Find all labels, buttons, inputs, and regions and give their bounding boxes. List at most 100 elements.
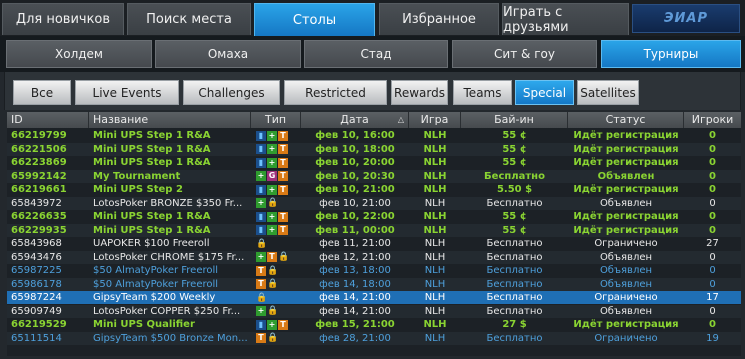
cell-name: Mini UPS Qualifier — [93, 319, 195, 330]
cell-name: GipsyTeam $500 Bronze Mon... — [93, 332, 248, 344]
cell-name: LotosPoker BRONZE $350 Fr... — [93, 197, 243, 209]
cell-date: фев 10, 18:00 — [315, 143, 395, 155]
column-header-players[interactable]: Игроки — [684, 112, 741, 128]
cell-players: 0 — [709, 184, 716, 195]
cell-players: 0 — [709, 130, 716, 141]
table-row[interactable]: 65943476 LotosPoker CHROME $175 Fr... + T 🔒 ф… — [7, 250, 741, 264]
column-header-buyin[interactable]: Бай-ин — [461, 112, 568, 128]
cell-game: NLH — [424, 292, 446, 303]
table-row[interactable]: 66221506 Mini UPS Step 1 R&A ▮ + Tфев 10, 18… — [7, 142, 741, 156]
column-header-id[interactable]: ID — [7, 112, 89, 128]
cell-players: 0 — [709, 143, 716, 155]
filter-rewards[interactable]: Rewards — [391, 80, 448, 105]
column-header-type[interactable]: Тип — [251, 112, 301, 128]
table-header: ID Название Тип Дата △ Игра Бай-ин Стату… — [7, 112, 741, 128]
cell-date: фев 11, 00:00 — [315, 224, 395, 236]
ticket-icon: T — [256, 333, 266, 343]
cell-id: 66219799 — [11, 130, 67, 141]
cell-buyin: Бесплатно — [486, 305, 543, 317]
ticket-icon: T — [256, 279, 266, 289]
stats-icon: ▮ — [256, 225, 266, 235]
plus-icon: + — [256, 252, 266, 262]
cell-status: Идёт регистрация — [573, 143, 679, 155]
filter-live-events[interactable]: Live Events — [75, 80, 179, 105]
tab-tournaments[interactable]: Турниры — [601, 40, 741, 68]
cell-date: фев 10, 22:00 — [315, 211, 395, 222]
cell-type: T 🔒 — [251, 332, 301, 345]
filter-special[interactable]: Special — [515, 80, 574, 105]
filter-teams[interactable]: Teams — [453, 80, 512, 105]
lock-icon: 🔒 — [267, 333, 279, 343]
plus-icon: + — [256, 171, 266, 181]
lock-icon: 🔒 — [256, 238, 268, 249]
cell-status: Идёт регистрация — [573, 130, 679, 141]
cell-game: NLH — [423, 224, 447, 236]
cell-date: фев 13, 18:00 — [319, 265, 391, 276]
column-header-date[interactable]: Дата △ — [301, 112, 409, 128]
filter-restricted[interactable]: Restricted — [284, 80, 387, 105]
column-header-game[interactable]: Игра — [409, 112, 461, 128]
cell-type: T 🔒 — [251, 264, 301, 277]
cell-players: 0 — [709, 305, 716, 317]
cell-players: 0 — [709, 224, 716, 236]
cell-players: 0 — [709, 278, 716, 290]
tab-favorites[interactable]: Избранное — [379, 3, 499, 35]
ticket-icon: T — [278, 319, 288, 330]
cell-type: ▮ + T — [251, 143, 301, 156]
cell-buyin: Бесплатно — [484, 170, 545, 182]
tab-search-seat[interactable]: Поиск места — [127, 3, 251, 35]
plus-icon: + — [267, 319, 277, 330]
cell-game: NLH — [424, 278, 446, 290]
table-row[interactable]: 65111514 GipsyTeam $500 Bronze Mon... T 🔒 фе… — [7, 331, 741, 345]
cell-game: NLH — [424, 197, 446, 209]
table-row[interactable]: 66219661 Mini UPS Step 2 ▮ + Tфев 10, 21:00 N… — [7, 183, 741, 196]
tab-stud[interactable]: Стад — [304, 40, 448, 68]
cell-id: 66223869 — [11, 157, 67, 168]
table-row[interactable]: 66223869 Mini UPS Step 1 R&A ▮ + Tфев 10, 20… — [7, 156, 741, 169]
ticket-icon: T — [278, 157, 288, 168]
ticket-icon: T — [278, 130, 288, 141]
filter-challenges[interactable]: Challenges — [183, 80, 280, 105]
tab-play-with-friends[interactable]: Играть с друзьями — [502, 3, 629, 35]
cell-game: NLH — [423, 319, 447, 330]
tab-tables[interactable]: Столы — [254, 3, 375, 36]
filter-all[interactable]: Все — [13, 80, 71, 105]
ticket-icon: T — [278, 184, 288, 195]
table-row[interactable]: 66219799 Mini UPS Step 1 R&A ▮ + Tфев 10, 16… — [7, 129, 741, 142]
table-row[interactable]: 66219529 Mini UPS Qualifier ▮ + Tфев 15, 21:… — [7, 318, 741, 331]
cell-date: фев 14, 21:00 — [319, 292, 391, 303]
lock-icon: 🔒 — [267, 306, 279, 316]
cell-name: GipsyTeam $200 Weekly — [93, 292, 216, 303]
table-row[interactable]: 65992142 My Tournament + G Tфев 10, 20:30 NLH… — [7, 169, 741, 183]
cell-players: 17 — [706, 292, 719, 303]
filter-satellites[interactable]: Satellites — [577, 80, 639, 105]
cell-id: 65992142 — [11, 170, 67, 182]
cell-name: Mini UPS Step 1 R&A — [93, 157, 211, 168]
column-header-name[interactable]: Название — [89, 112, 251, 128]
cell-id: 66226635 — [11, 211, 67, 222]
table-row[interactable]: 65843972 LotosPoker BRONZE $350 Fr... + 🔒 фе… — [7, 196, 741, 210]
cell-name: UAPOKER $100 Freeroll — [93, 238, 210, 249]
tab-beginners[interactable]: Для новичков — [2, 3, 124, 35]
plus-icon: + — [267, 144, 277, 154]
tab-holdem[interactable]: Холдем — [6, 40, 152, 68]
cell-buyin: 55 ¢ — [502, 157, 527, 168]
table-row[interactable]: 65987225 $50 AlmatyPoker Freeroll T 🔒 фев 13… — [7, 264, 741, 277]
table-row[interactable]: 65843968 UAPOKER $100 Freeroll 🔒 фев 11, 21… — [7, 237, 741, 250]
table-row[interactable]: 65909749 LotosPoker COPPER $250 Fr... + 🔒 фе… — [7, 304, 741, 318]
cell-id: 65843972 — [11, 197, 62, 209]
stats-icon: ▮ — [256, 211, 266, 222]
cell-game: NLH — [423, 211, 447, 222]
cell-buyin: Бесплатно — [486, 292, 543, 303]
table-row[interactable]: 65987224 GipsyTeam $200 Weekly 🔒 фев 14, 21… — [7, 291, 741, 304]
table-row[interactable]: 66229935 Mini UPS Step 1 R&A ▮ + Tфев 11, 00… — [7, 223, 741, 237]
cell-id: 66219661 — [11, 184, 67, 195]
table-row[interactable]: 65986178 $50 AlmatyPoker Freeroll T 🔒 фев 14… — [7, 277, 741, 291]
cell-game: NLH — [423, 130, 447, 141]
cell-date: фев 28, 21:00 — [319, 332, 391, 344]
cell-status: Объявлен — [599, 197, 653, 209]
tab-sit-and-go[interactable]: Сит & гоу — [452, 40, 597, 68]
column-header-status[interactable]: Статус — [568, 112, 684, 128]
tab-omaha[interactable]: Омаха — [155, 40, 301, 68]
table-row[interactable]: 66226635 Mini UPS Step 1 R&A ▮ + Tфев 10, 22… — [7, 210, 741, 223]
